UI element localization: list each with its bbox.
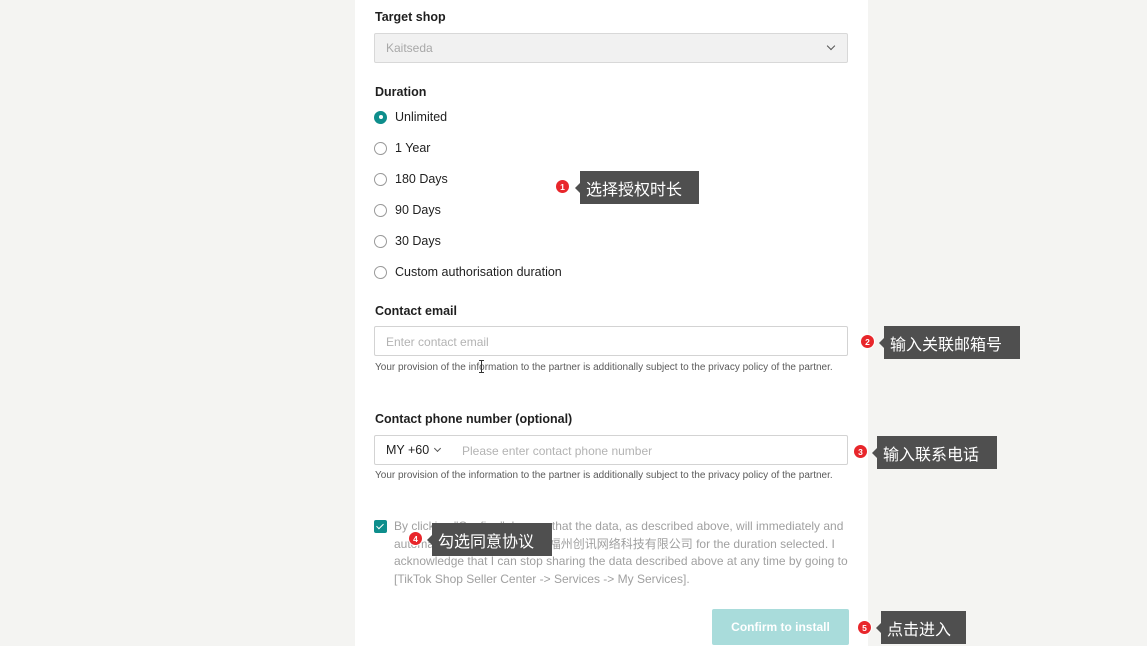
step-callout: 输入关联邮箱号 — [879, 326, 1020, 359]
duration-option-180-days[interactable]: 180 Days — [374, 171, 448, 187]
contact-email-field[interactable]: Enter contact email — [374, 326, 848, 356]
duration-label: Duration — [375, 85, 427, 99]
step-badge: 1 — [555, 179, 570, 194]
step-callout: 勾选同意协议 — [427, 523, 552, 556]
radio-unchecked-icon[interactable] — [374, 172, 387, 186]
target-shop-value: Kaitseda — [386, 41, 433, 55]
target-shop-select[interactable]: Kaitseda — [374, 33, 848, 63]
step-badge: 3 — [853, 444, 868, 459]
consent-checkbox[interactable] — [374, 520, 387, 533]
step-callout: 选择授权时长 — [575, 171, 699, 204]
contact-phone-privacy-note: Your provision of the information to the… — [375, 470, 833, 481]
contact-email-placeholder: Enter contact email — [386, 335, 489, 349]
duration-option-1-year[interactable]: 1 Year — [374, 140, 430, 156]
duration-option-label: 1 Year — [395, 141, 431, 155]
step-badge: 2 — [860, 334, 875, 349]
duration-option-label: 30 Days — [395, 234, 441, 248]
radio-unchecked-icon[interactable] — [374, 141, 387, 155]
contact-phone-field[interactable]: MY +60 Please enter contact phone number — [374, 435, 848, 465]
text-cursor-icon — [479, 360, 484, 373]
duration-option-custom[interactable]: Custom authorisation duration — [374, 264, 562, 280]
radio-unchecked-icon[interactable] — [374, 265, 387, 279]
step-badge: 4 — [408, 531, 423, 546]
duration-option-label: 180 Days — [395, 172, 448, 186]
chevron-down-icon — [826, 41, 836, 51]
radio-checked-icon[interactable] — [374, 110, 387, 124]
duration-option-unlimited[interactable]: Unlimited — [374, 109, 447, 125]
contact-phone-label: Contact phone number (optional) — [375, 412, 573, 426]
step-callout: 点击进入 — [876, 611, 966, 644]
contact-email-label: Contact email — [375, 304, 457, 318]
step-badge: 5 — [857, 620, 872, 635]
step-callout: 输入联系电话 — [872, 436, 997, 469]
country-code-select[interactable]: MY +60 — [386, 443, 429, 457]
target-shop-label: Target shop — [375, 10, 446, 24]
confirm-to-install-button[interactable]: Confirm to install — [712, 609, 849, 645]
radio-unchecked-icon[interactable] — [374, 203, 387, 217]
radio-unchecked-icon[interactable] — [374, 234, 387, 248]
duration-option-label: Unlimited — [395, 110, 448, 124]
duration-option-30-days[interactable]: 30 Days — [374, 233, 441, 249]
duration-option-label: 90 Days — [395, 203, 441, 217]
contact-phone-placeholder: Please enter contact phone number — [462, 444, 653, 458]
duration-option-label: Custom authorisation duration — [395, 265, 562, 279]
duration-option-90-days[interactable]: 90 Days — [374, 202, 441, 218]
contact-email-privacy-note: Your provision of the information to the… — [375, 362, 833, 373]
chevron-down-icon[interactable] — [433, 444, 442, 453]
